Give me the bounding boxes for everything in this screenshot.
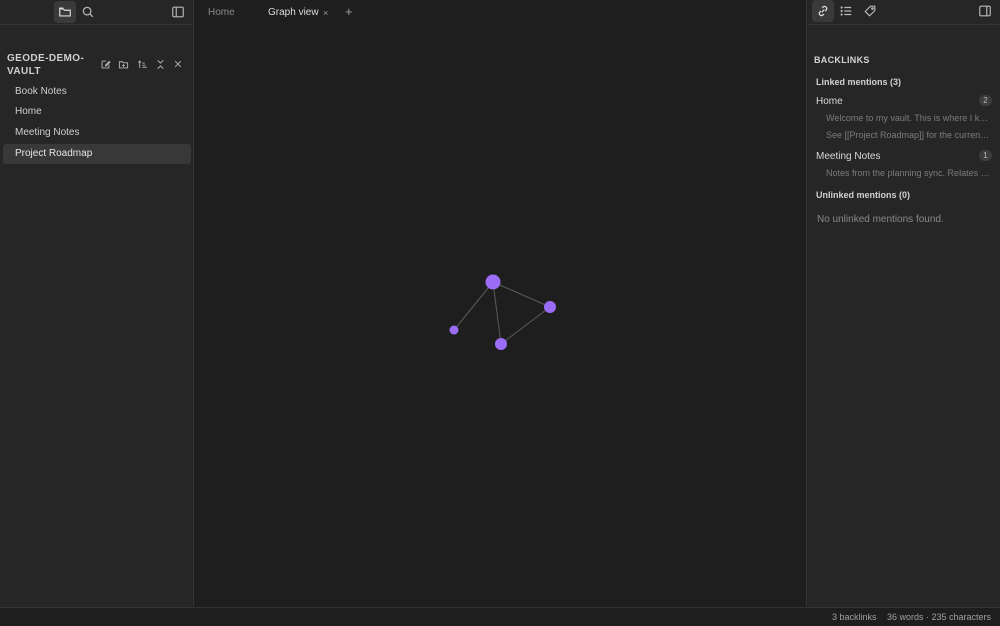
new-folder-icon[interactable] <box>114 55 132 73</box>
backlink-snippet[interactable]: Welcome to my vault. This is where I ke.… <box>826 113 990 123</box>
list-icon[interactable] <box>835 0 857 22</box>
vault-name: GEODE-DEMO-VAULT <box>7 53 85 77</box>
unlinked-mentions-header[interactable]: Unlinked mentions (0) <box>816 190 910 200</box>
backlink-snippet[interactable]: Notes from the planning sync. Relates t.… <box>826 168 990 178</box>
tab-graph-view[interactable]: Graph view <box>268 0 319 24</box>
backlink-file-home[interactable]: Home <box>816 96 843 107</box>
file-item-book-notes[interactable]: Book Notes <box>3 82 191 102</box>
sort-icon[interactable] <box>133 55 151 73</box>
graph-canvas[interactable] <box>194 24 806 607</box>
graph-node[interactable] <box>485 274 501 290</box>
file-item-home[interactable]: Home <box>3 102 191 122</box>
status-backlinks[interactable]: 3 backlinks <box>832 612 877 622</box>
folder-icon[interactable] <box>54 1 76 23</box>
graph-edge <box>492 281 502 345</box>
graph-edge <box>500 306 551 345</box>
graph-view[interactable] <box>194 24 806 607</box>
sidebar-toggle-icon[interactable] <box>167 1 189 23</box>
search-icon[interactable] <box>77 1 99 23</box>
graph-node[interactable] <box>544 301 556 313</box>
unlinked-empty-message: No unlinked mentions found. <box>817 214 944 225</box>
graph-node[interactable] <box>449 325 459 335</box>
tab-close-icon[interactable]: × <box>323 9 331 18</box>
new-note-icon[interactable] <box>96 55 114 73</box>
tag-icon[interactable] <box>859 0 881 22</box>
file-item-project-roadmap[interactable]: Project Roadmap <box>3 144 191 164</box>
backlink-snippet[interactable]: See [[Project Roadmap]] for the current.… <box>826 130 990 140</box>
sidebar-toggle-icon[interactable] <box>974 0 996 22</box>
graph-node[interactable] <box>495 338 507 350</box>
backlinks-title: BACKLINKS <box>814 55 870 65</box>
left-sidebar-header <box>0 0 193 25</box>
right-sidebar: BACKLINKS Linked mentions (3) Home 2 Wel… <box>806 0 1000 607</box>
linked-mentions-header[interactable]: Linked mentions (3) <box>816 77 901 87</box>
status-bar: 3 backlinks 36 words · 235 characters <box>0 607 1000 626</box>
file-item-meeting-notes[interactable]: Meeting Notes <box>3 123 191 143</box>
new-tab-button[interactable]: + <box>345 0 353 24</box>
tab-bar: Home Graph view × + <box>194 0 806 24</box>
tab-home[interactable]: Home <box>208 0 235 24</box>
backlink-file-meeting-notes[interactable]: Meeting Notes <box>816 151 880 162</box>
right-sidebar-header <box>807 0 1000 25</box>
collapse-all-icon[interactable] <box>151 55 169 73</box>
left-sidebar: GEODE-DEMO-VAULT Book Notes Home Meeting… <box>0 0 194 607</box>
graph-edges <box>453 281 551 345</box>
graph-edge <box>453 281 494 331</box>
link-icon[interactable] <box>812 0 834 22</box>
backlink-count-badge: 1 <box>979 150 992 161</box>
close-icon[interactable] <box>169 55 187 73</box>
status-word-count: 36 words · 235 characters <box>887 612 992 622</box>
backlink-count-badge: 2 <box>979 95 992 106</box>
graph-edge <box>492 281 551 308</box>
